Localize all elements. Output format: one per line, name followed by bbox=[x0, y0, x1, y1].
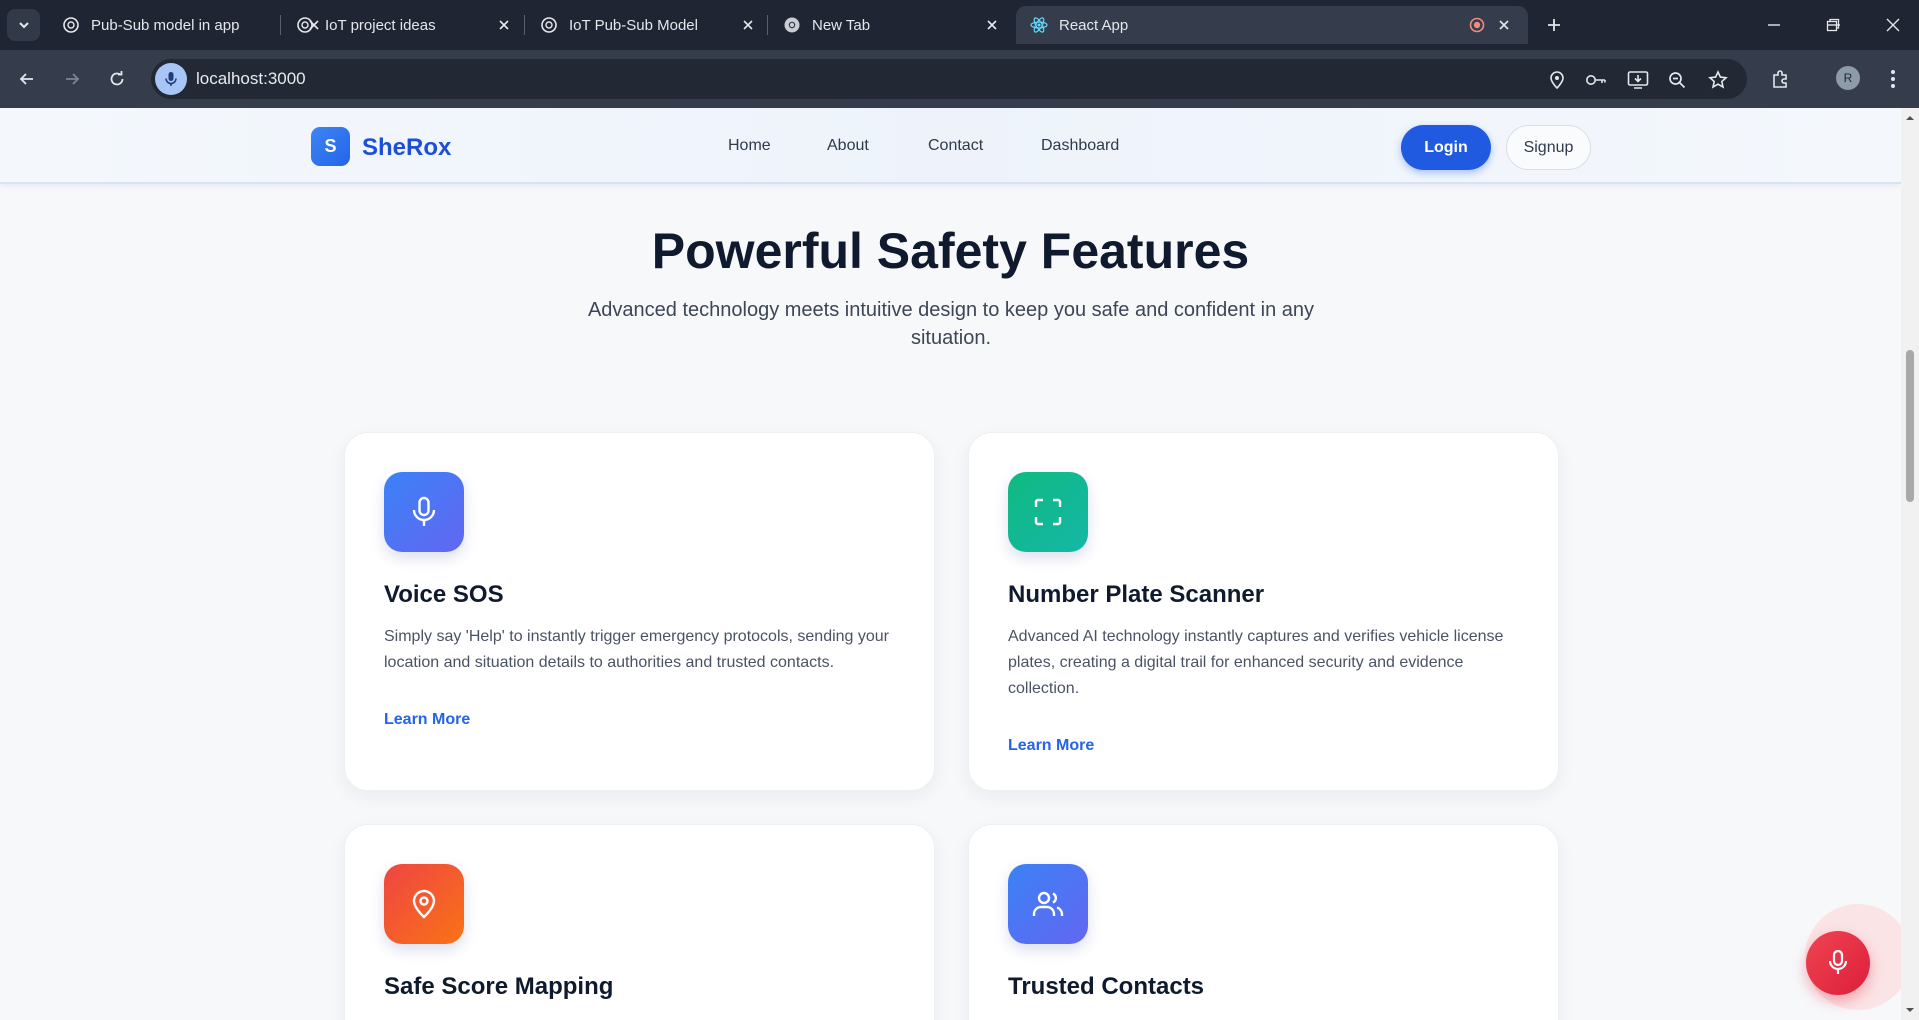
key-icon[interactable] bbox=[1585, 69, 1607, 91]
feature-icon-box bbox=[384, 864, 464, 944]
back-button[interactable] bbox=[12, 64, 42, 94]
more-menu-icon[interactable] bbox=[1880, 66, 1906, 92]
minimize-window-button[interactable] bbox=[1751, 10, 1797, 40]
feature-title: Voice SOS bbox=[384, 581, 504, 608]
recording-icon bbox=[1468, 16, 1486, 34]
feature-icon-box bbox=[1008, 864, 1088, 944]
page-scrollbar[interactable] bbox=[1901, 108, 1919, 1020]
nav-home[interactable]: Home bbox=[728, 137, 771, 155]
site-info-button[interactable] bbox=[155, 63, 187, 95]
browser-tab-bar: Pub-Sub model in app IoT project ideas I… bbox=[0, 0, 1919, 50]
tab-title: New Tab bbox=[812, 16, 871, 34]
brand-logo[interactable]: S bbox=[311, 127, 350, 166]
arrow-left-icon bbox=[19, 73, 33, 85]
microphone-icon bbox=[412, 496, 436, 526]
feature-card-safe-score-mapping: Safe Score Mapping bbox=[344, 824, 935, 1020]
chatgpt-icon bbox=[62, 16, 80, 34]
tab-new-tab[interactable]: New Tab bbox=[769, 6, 1016, 44]
nav-about[interactable]: About bbox=[827, 137, 869, 155]
restore-icon bbox=[1826, 18, 1840, 32]
section-title: Powerful Safety Features bbox=[651, 223, 1250, 279]
feature-description: Simply say 'Help' to instantly trigger e… bbox=[384, 628, 890, 671]
users-icon bbox=[1032, 891, 1064, 916]
map-pin-icon bbox=[412, 889, 436, 919]
learn-more-link[interactable]: Learn More bbox=[384, 711, 470, 729]
close-icon[interactable] bbox=[738, 15, 758, 35]
install-app-icon[interactable] bbox=[1627, 69, 1649, 91]
tab-separator bbox=[280, 15, 281, 35]
nav-contact[interactable]: Contact bbox=[928, 137, 983, 155]
tab-separator bbox=[767, 15, 768, 35]
reload-button[interactable] bbox=[102, 64, 132, 94]
profile-avatar[interactable]: R bbox=[1836, 66, 1860, 90]
close-icon[interactable] bbox=[1494, 15, 1514, 35]
site-navbar: S SheRox Home About Contact Dashboard Lo… bbox=[0, 108, 1901, 184]
feature-card-number-plate-scanner: Number Plate Scanner Advanced AI technol… bbox=[968, 432, 1559, 791]
tab-title: Pub-Sub model in app bbox=[91, 16, 240, 34]
new-tab-button[interactable] bbox=[1540, 11, 1568, 39]
close-window-button[interactable] bbox=[1870, 10, 1916, 40]
star-icon[interactable] bbox=[1707, 69, 1729, 91]
nav-dashboard[interactable]: Dashboard bbox=[1041, 137, 1119, 155]
section-subtitle: Advanced technology meets intuitive desi… bbox=[570, 296, 1332, 352]
microphone-icon bbox=[1828, 949, 1848, 974]
scroll-up-icon[interactable] bbox=[1905, 113, 1915, 123]
browser-toolbar: localhost:3000 bbox=[0, 50, 1919, 108]
close-icon[interactable] bbox=[982, 15, 1002, 35]
feature-icon-box bbox=[1008, 472, 1088, 552]
tab-iot-project-ideas[interactable]: IoT project ideas bbox=[282, 6, 528, 44]
voice-sos-fab[interactable] bbox=[1806, 931, 1870, 995]
location-icon[interactable] bbox=[1546, 69, 1568, 91]
tab-react-app[interactable]: React App bbox=[1016, 6, 1528, 44]
feature-description: Advanced AI technology instantly capture… bbox=[1008, 628, 1504, 697]
page-viewport: S SheRox Home About Contact Dashboard Lo… bbox=[0, 108, 1901, 1020]
tab-search-button[interactable] bbox=[7, 9, 40, 41]
react-icon bbox=[1030, 16, 1048, 34]
chevron-down-icon bbox=[18, 22, 29, 29]
extensions-icon[interactable] bbox=[1768, 66, 1794, 92]
tab-separator bbox=[524, 15, 525, 35]
scroll-down-icon[interactable] bbox=[1905, 1005, 1915, 1015]
signup-button[interactable]: Signup bbox=[1506, 125, 1591, 170]
chatgpt-icon bbox=[540, 16, 558, 34]
restore-window-button[interactable] bbox=[1810, 10, 1856, 40]
feature-card-trusted-contacts: Trusted Contacts bbox=[968, 824, 1559, 1020]
tab-title: IoT project ideas bbox=[325, 16, 436, 34]
address-bar[interactable]: localhost:3000 bbox=[151, 59, 1747, 99]
subtitle-line-1: Advanced technology meets intuitive desi… bbox=[587, 299, 1315, 321]
tab-title: IoT Pub-Sub Model bbox=[569, 16, 698, 34]
reload-icon bbox=[110, 71, 124, 86]
chrome-icon bbox=[783, 16, 801, 34]
scan-icon bbox=[1034, 498, 1062, 526]
plus-icon bbox=[1548, 19, 1560, 31]
forward-button[interactable] bbox=[57, 64, 87, 94]
zoom-icon[interactable] bbox=[1666, 69, 1688, 91]
feature-card-voice-sos: Voice SOS Simply say 'Help' to instantly… bbox=[344, 432, 935, 791]
learn-more-link[interactable]: Learn More bbox=[1008, 737, 1094, 755]
chatgpt-icon bbox=[296, 16, 314, 34]
feature-title: Number Plate Scanner bbox=[1008, 581, 1265, 608]
arrow-right-icon bbox=[66, 73, 80, 85]
tab-iot-pub-sub-model[interactable]: IoT Pub-Sub Model bbox=[526, 6, 772, 44]
feature-icon-box bbox=[384, 472, 464, 552]
feature-title: Safe Score Mapping bbox=[384, 973, 614, 1000]
close-icon[interactable] bbox=[494, 15, 514, 35]
login-button[interactable]: Login bbox=[1401, 125, 1491, 170]
url-text: localhost:3000 bbox=[196, 69, 306, 88]
feature-title: Trusted Contacts bbox=[1008, 973, 1205, 1000]
tab-title: React App bbox=[1059, 16, 1129, 34]
brand-name[interactable]: SheRox bbox=[362, 134, 451, 162]
scrollbar-thumb[interactable] bbox=[1906, 350, 1914, 502]
minimize-icon bbox=[1768, 24, 1780, 26]
microphone-icon bbox=[165, 72, 177, 86]
subtitle-line-2: situation. bbox=[910, 327, 992, 349]
close-icon bbox=[1886, 18, 1900, 32]
